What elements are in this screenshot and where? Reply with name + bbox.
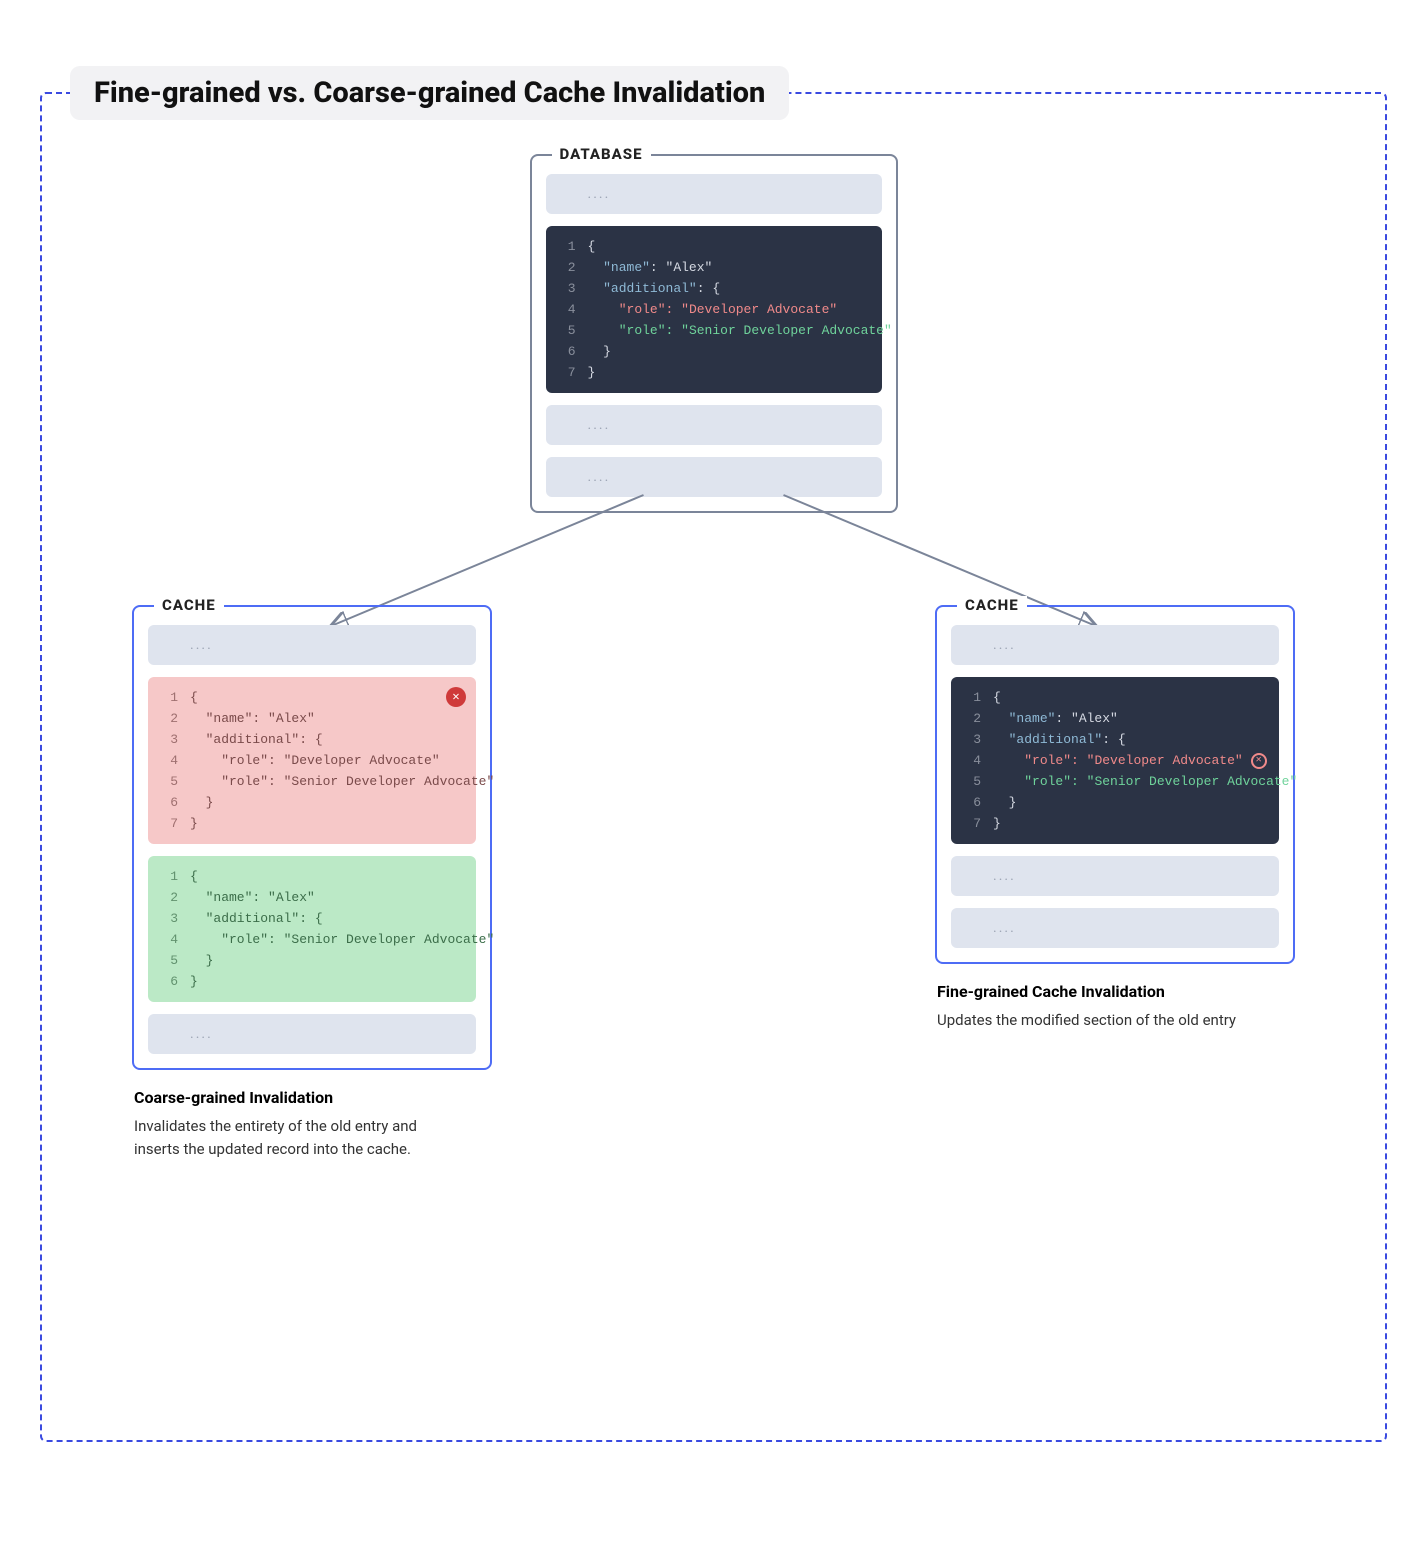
code-token: "additional" <box>603 278 697 299</box>
line-number: 5 <box>963 771 981 792</box>
diagram-content: DATABASE .... 1{ 2 "name": "Alex" 3 "add… <box>82 154 1345 1400</box>
code-token: : <box>1071 771 1087 792</box>
line-number: 4 <box>963 750 981 771</box>
cache-label: CACHE <box>957 596 1027 614</box>
code-token: : { <box>697 278 720 299</box>
code-token: "Senior Developer Advocate" <box>1087 771 1298 792</box>
line-number: 1 <box>160 866 178 887</box>
cache-label: CACHE <box>154 596 224 614</box>
cache-placeholder-row: .... <box>148 1014 476 1054</box>
fine-column: CACHE .... 1{ 2 "name": "Alex" 3 "additi… <box>935 605 1295 1160</box>
db-code-block: 1{ 2 "name": "Alex" 3 "additional": { 4 … <box>546 226 882 393</box>
code-token: "name": "Alex" <box>190 708 315 729</box>
db-placeholder-row: .... <box>546 405 882 445</box>
line-number: 1 <box>558 236 576 257</box>
cache-placeholder-row: .... <box>951 908 1279 948</box>
line-number: 3 <box>558 278 576 299</box>
code-token: } <box>1009 792 1017 813</box>
line-number: 2 <box>963 708 981 729</box>
db-placeholder-row: .... <box>546 174 882 214</box>
code-token: } <box>190 813 198 834</box>
code-token: "additional": { <box>190 729 323 750</box>
fine-code-block: 1{ 2 "name": "Alex" 3 "additional": { 4 … <box>951 677 1279 844</box>
code-token: { <box>190 866 198 887</box>
db-placeholder-row: .... <box>546 457 882 497</box>
cache-placeholder-row: .... <box>148 625 476 665</box>
close-icon: ✕ <box>446 687 466 707</box>
line-number: 2 <box>558 257 576 278</box>
database-panel: DATABASE .... 1{ 2 "name": "Alex" 3 "add… <box>530 154 898 513</box>
code-token: "role" <box>1024 771 1071 792</box>
code-token: } <box>993 813 1001 834</box>
line-number: 3 <box>160 908 178 929</box>
code-token: "role": "Senior Developer Advocate" <box>190 929 494 950</box>
code-token: : <box>1055 708 1071 729</box>
code-token: : <box>666 320 682 341</box>
line-number: 6 <box>558 341 576 362</box>
code-token: { <box>588 236 596 257</box>
code-token: } <box>190 971 198 992</box>
code-token: "role" <box>1024 750 1071 771</box>
fine-caption-title: Fine-grained Cache Invalidation <box>937 982 1293 1001</box>
fine-cache-panel: CACHE .... 1{ 2 "name": "Alex" 3 "additi… <box>935 605 1295 964</box>
code-token: "additional": { <box>190 908 323 929</box>
line-number: 6 <box>160 792 178 813</box>
code-token: } <box>588 362 596 383</box>
code-token: : <box>666 299 682 320</box>
code-token: : <box>650 257 666 278</box>
code-token: : { <box>1102 729 1125 750</box>
code-token: } <box>190 792 213 813</box>
cache-placeholder-row: .... <box>951 625 1279 665</box>
line-number: 4 <box>160 929 178 950</box>
code-token: } <box>603 341 611 362</box>
code-token: { <box>190 687 198 708</box>
code-token: "name" <box>1009 708 1056 729</box>
line-number: 2 <box>160 887 178 908</box>
code-token: "role": "Senior Developer Advocate" <box>190 771 494 792</box>
line-number: 6 <box>160 971 178 992</box>
code-token: "role": "Developer Advocate" <box>190 750 440 771</box>
line-number: 4 <box>160 750 178 771</box>
database-label: DATABASE <box>552 145 651 163</box>
bottom-row: CACHE .... ✕ 1{ 2 "name": "Alex" 3 "addi… <box>82 605 1345 1160</box>
code-token: "role" <box>619 320 666 341</box>
line-number: 7 <box>160 813 178 834</box>
code-token: "Senior Developer Advocate" <box>681 320 892 341</box>
code-token: } <box>190 950 213 971</box>
line-number: 1 <box>160 687 178 708</box>
line-number: 5 <box>558 320 576 341</box>
code-token: "role" <box>619 299 666 320</box>
diagram-title: Fine-grained vs. Coarse-grained Cache In… <box>70 66 789 120</box>
coarse-caption-body: Invalidates the entirety of the old entr… <box>134 1115 464 1160</box>
code-token: { <box>993 687 1001 708</box>
code-token: "Alex" <box>1071 708 1118 729</box>
code-token: "Alex" <box>666 257 713 278</box>
coarse-invalidated-block: ✕ 1{ 2 "name": "Alex" 3 "additional": { … <box>148 677 476 844</box>
code-token: "name" <box>603 257 650 278</box>
line-number: 5 <box>160 771 178 792</box>
code-token: : <box>1071 750 1087 771</box>
line-number: 4 <box>558 299 576 320</box>
coarse-cache-panel: CACHE .... ✕ 1{ 2 "name": "Alex" 3 "addi… <box>132 605 492 1070</box>
close-icon: ✕ <box>1251 753 1267 769</box>
line-number: 2 <box>160 708 178 729</box>
coarse-inserted-block: 1{ 2 "name": "Alex" 3 "additional": { 4 … <box>148 856 476 1002</box>
code-token: "name": "Alex" <box>190 887 315 908</box>
fine-caption-body: Updates the modified section of the old … <box>937 1009 1267 1032</box>
diagram-frame: Fine-grained vs. Coarse-grained Cache In… <box>40 92 1387 1442</box>
coarse-caption-title: Coarse-grained Invalidation <box>134 1088 490 1107</box>
code-token: "Developer Advocate" <box>1087 750 1243 771</box>
line-number: 6 <box>963 792 981 813</box>
line-number: 3 <box>160 729 178 750</box>
line-number: 3 <box>963 729 981 750</box>
code-token: "additional" <box>1009 729 1103 750</box>
line-number: 1 <box>963 687 981 708</box>
line-number: 7 <box>963 813 981 834</box>
line-number: 7 <box>558 362 576 383</box>
cache-placeholder-row: .... <box>951 856 1279 896</box>
code-token: "Developer Advocate" <box>681 299 837 320</box>
coarse-column: CACHE .... ✕ 1{ 2 "name": "Alex" 3 "addi… <box>132 605 492 1160</box>
line-number: 5 <box>160 950 178 971</box>
